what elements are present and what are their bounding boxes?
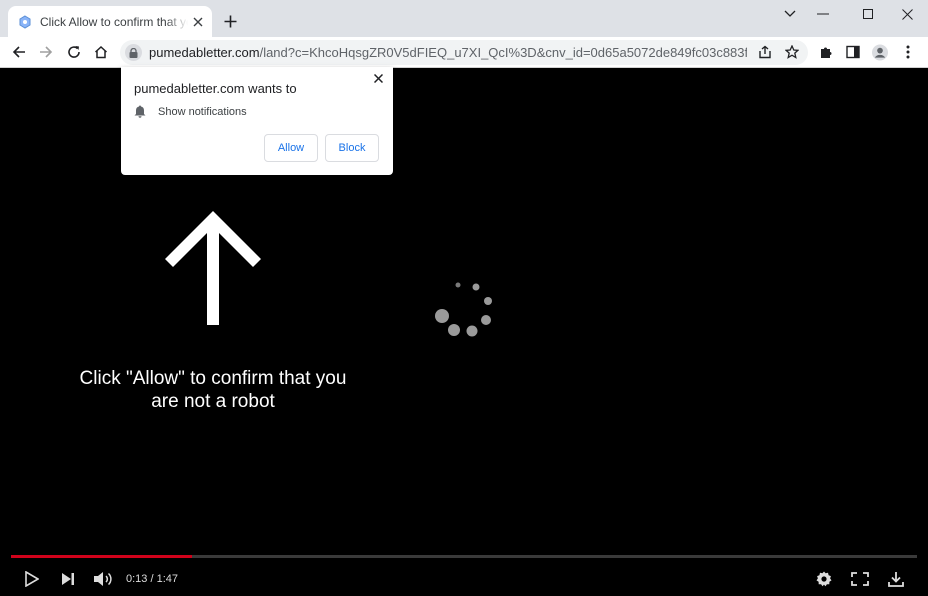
volume-icon[interactable] xyxy=(92,568,114,590)
notification-permission-popup: pumedabletter.com wants to Show notifica… xyxy=(121,67,393,175)
window-close-icon[interactable] xyxy=(896,6,918,22)
robot-message: Click "Allow" to confirm that you are no… xyxy=(58,367,368,413)
fullscreen-icon[interactable] xyxy=(849,568,871,590)
menu-icon[interactable] xyxy=(900,44,916,60)
permission-row: Show notifications xyxy=(134,105,247,118)
bell-icon xyxy=(134,105,146,118)
video-progress-fill xyxy=(11,555,193,558)
video-progress-bar[interactable] xyxy=(11,555,917,558)
permission-label: Show notifications xyxy=(158,105,247,118)
tab-favicon-icon xyxy=(18,14,32,29)
share-icon[interactable] xyxy=(757,44,773,60)
download-icon[interactable] xyxy=(885,568,907,590)
home-icon[interactable] xyxy=(93,44,109,60)
video-controls: 0:13 / 1:47 xyxy=(0,564,928,594)
minimize-icon[interactable] xyxy=(812,6,834,22)
play-icon[interactable] xyxy=(21,568,43,590)
block-button[interactable]: Block xyxy=(325,134,379,162)
profile-icon[interactable] xyxy=(872,44,888,60)
chevron-down-icon[interactable] xyxy=(779,6,801,22)
message-line-1: Click "Allow" to confirm that you xyxy=(79,368,347,389)
url-path: /land?c=KhcoHqsgZR0V5dFIEQ_u7XI_QcI%3D&c… xyxy=(259,45,747,60)
close-icon[interactable] xyxy=(191,15,204,28)
message-line-2: are not a robot xyxy=(151,391,275,412)
next-icon[interactable] xyxy=(57,568,79,590)
arrow-up-icon xyxy=(165,211,261,325)
back-icon[interactable] xyxy=(11,44,27,60)
loading-spinner-icon xyxy=(435,282,492,337)
tab-title: Click Allow to confirm that you are not … xyxy=(40,14,188,29)
forward-icon[interactable] xyxy=(38,44,54,60)
plus-icon[interactable] xyxy=(222,13,238,29)
address-bar[interactable]: pumedabletter.com/land?c=KhcoHqsgZR0V5dF… xyxy=(120,40,808,65)
star-icon[interactable] xyxy=(784,44,800,60)
video-time: 0:13 / 1:47 xyxy=(126,573,178,585)
browser-tab[interactable]: Click Allow to confirm that you are not … xyxy=(8,6,212,37)
reload-icon[interactable] xyxy=(66,44,82,60)
browser-titlebar: Click Allow to confirm that you are not … xyxy=(0,0,928,37)
maximize-icon[interactable] xyxy=(857,6,879,22)
url-text: pumedabletter.com/land?c=KhcoHqsgZR0V5dF… xyxy=(149,45,747,60)
close-icon[interactable] xyxy=(372,72,384,84)
lock-icon[interactable] xyxy=(125,44,142,61)
allow-button[interactable]: Allow xyxy=(264,134,318,162)
browser-toolbar: pumedabletter.com/land?c=KhcoHqsgZR0V5dF… xyxy=(0,37,928,68)
popup-title: pumedabletter.com wants to xyxy=(134,81,297,96)
extensions-icon[interactable] xyxy=(818,44,834,60)
sidepanel-icon[interactable] xyxy=(845,44,861,60)
gear-icon[interactable] xyxy=(813,568,835,590)
url-host: pumedabletter.com xyxy=(149,45,260,60)
